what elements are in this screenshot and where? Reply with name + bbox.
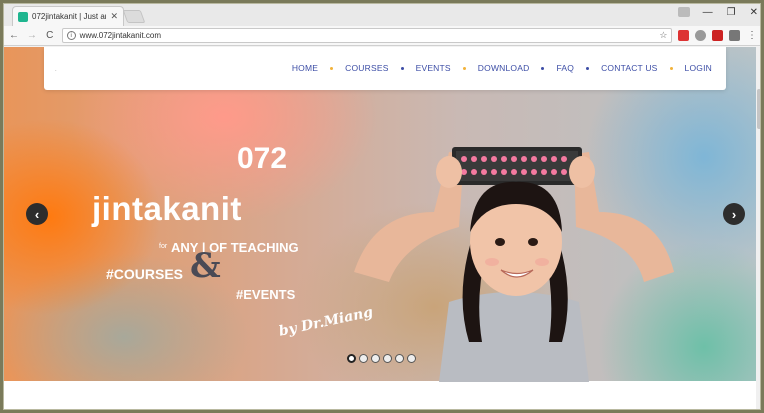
slider-prev-button[interactable]: ‹ [26, 203, 48, 225]
page-scrollbar[interactable] [756, 47, 760, 409]
maximize-button[interactable]: ❐ [727, 7, 736, 18]
nav-separator-dot [586, 66, 590, 70]
menu-icon[interactable]: ⋮ [746, 30, 758, 41]
hero-number: 072 [237, 142, 288, 175]
nav-separator-dot [541, 66, 545, 70]
profile-icon[interactable] [678, 7, 690, 17]
site-favicon-icon [18, 11, 28, 22]
extension-adblock-icon[interactable] [678, 30, 690, 41]
window-controls: — ❐ ✕ [703, 7, 758, 18]
nav-item-faq[interactable]: FAQ [556, 63, 574, 73]
extension-circle-icon[interactable] [695, 30, 707, 41]
nav-separator-dot [462, 66, 466, 70]
hero-events-tag: #EVENTS [236, 287, 296, 302]
tab-strip: 072jintakanit | Just anoth ✕ — ❐ ✕ [4, 4, 760, 26]
hero-ampersand: & [190, 246, 221, 286]
extension-pocket-icon[interactable] [712, 30, 724, 41]
slider-pagination [347, 354, 416, 363]
slider-dot-2[interactable] [359, 354, 368, 363]
hero-slider: 072 jintakanit for ANY | OF TEACHING & #… [4, 47, 760, 382]
site-navbar: . HOME COURSES EVENTS DOWNLOAD FAQ CONTACT US… [44, 47, 726, 90]
back-button[interactable]: ← [8, 30, 20, 41]
scrollbar-thumb[interactable] [757, 89, 760, 129]
hero-courses-tag: #COURSES [106, 266, 184, 282]
nav-item-events[interactable]: EVENTS [416, 63, 451, 73]
nav-item-download[interactable]: DOWNLOAD [478, 63, 530, 73]
tab-close-icon[interactable]: ✕ [110, 11, 118, 22]
site-logo[interactable]: . [55, 67, 57, 73]
nav-separator-dot [669, 66, 673, 70]
reload-button[interactable]: C [44, 30, 56, 41]
nav-separator-dot [400, 66, 404, 70]
extension-translate-icon[interactable] [729, 30, 741, 41]
site-info-icon[interactable]: i [66, 31, 76, 40]
nav-separator-dot [330, 66, 334, 70]
slider-dot-4[interactable] [383, 354, 392, 363]
section-accent-bar [50, 409, 94, 410]
main-menu: HOME COURSES EVENTS DOWNLOAD FAQ CONTACT US LO… [292, 63, 712, 73]
hero-site-name: jintakanit [92, 190, 242, 227]
browser-toolbar: ← → C i www.072jintakanit.com ☆ ⋮ [4, 26, 760, 46]
nav-item-login[interactable]: LOGIN [685, 63, 712, 73]
hero-for-text: for [159, 243, 168, 250]
address-bar[interactable]: i www.072jintakanit.com ☆ [61, 28, 673, 43]
slider-dot-1[interactable] [347, 354, 356, 363]
slider-dot-5[interactable] [395, 354, 404, 363]
nav-item-courses[interactable]: COURSES [345, 63, 388, 73]
new-tab-button[interactable] [122, 10, 146, 23]
tab-title: 072jintakanit | Just anoth [32, 12, 106, 21]
girl-with-abacus-image [354, 147, 674, 382]
browser-window: 072jintakanit | Just anoth ✕ — ❐ ✕ ← → C… [3, 3, 761, 410]
close-window-button[interactable]: ✕ [750, 7, 758, 18]
bookmark-star-icon[interactable]: ☆ [659, 30, 667, 41]
forward-button[interactable]: → [26, 30, 38, 41]
minimize-button[interactable]: — [703, 7, 713, 18]
slider-dot-3[interactable] [371, 354, 380, 363]
web-page: 072 jintakanit for ANY | OF TEACHING & #… [4, 47, 760, 410]
nav-item-home[interactable]: HOME [292, 63, 318, 73]
browser-tab[interactable]: 072jintakanit | Just anoth ✕ [12, 6, 124, 26]
slider-next-button[interactable]: › [723, 203, 745, 225]
slider-dot-6[interactable] [407, 354, 416, 363]
nav-item-contact-us[interactable]: CONTACT US [601, 63, 657, 73]
url-text[interactable]: www.072jintakanit.com [80, 31, 656, 40]
